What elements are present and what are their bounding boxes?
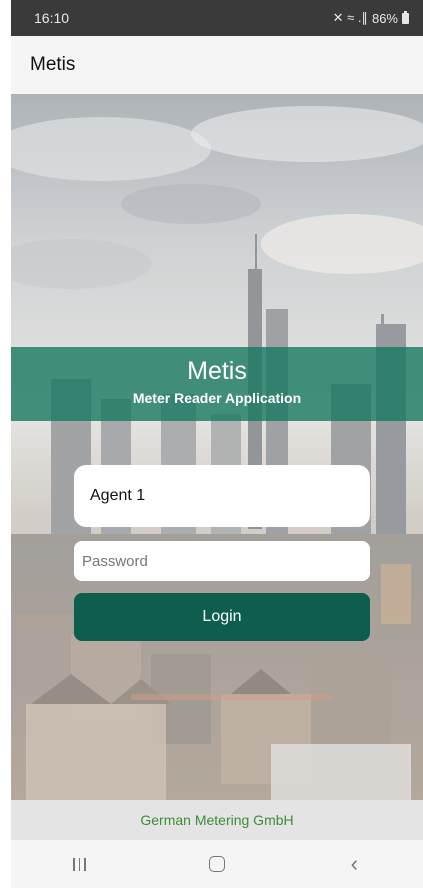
home-icon	[208, 856, 225, 872]
footer-company: German Metering GmbH	[140, 812, 294, 828]
banner-subtitle: Meter Reader Application	[132, 390, 302, 406]
recents-button[interactable]	[50, 844, 110, 884]
password-placeholder: Password	[82, 552, 148, 570]
back-button[interactable]: ‹	[324, 844, 384, 884]
battery-level: 86%	[371, 10, 398, 26]
username-value: Agent 1	[90, 487, 146, 504]
home-button[interactable]	[187, 844, 247, 884]
back-icon: ‹	[350, 851, 358, 876]
recents-icon	[73, 857, 86, 871]
login-screen: Metis Meter Reader Application Agent 1 P…	[11, 94, 423, 800]
city-background-image	[11, 94, 423, 800]
battery-icon	[402, 10, 409, 24]
status-icons: ✕ ≈ .∥ 86%	[333, 10, 409, 26]
app-banner: Metis Meter Reader Application	[11, 347, 423, 421]
password-field[interactable]: Password	[74, 541, 370, 581]
status-time: 16:10	[34, 10, 70, 26]
username-field[interactable]: Agent 1	[74, 465, 370, 527]
login-button-label: Login	[202, 608, 242, 625]
phone-screen: 16:10 ✕ ≈ .∥ 86% Metis Metis Meter Reade…	[11, 0, 423, 888]
status-bar: 16:10 ✕ ≈ .∥ 86%	[11, 0, 423, 36]
app-bar: Metis	[11, 36, 423, 94]
app-title: Metis	[30, 54, 76, 75]
banner-title: Metis	[187, 357, 247, 385]
footer: German Metering GmbH	[11, 800, 423, 840]
login-button[interactable]: Login	[74, 593, 370, 641]
system-nav-bar: ‹	[11, 840, 423, 888]
signal-icons: ✕ ≈ .∥	[332, 10, 368, 25]
